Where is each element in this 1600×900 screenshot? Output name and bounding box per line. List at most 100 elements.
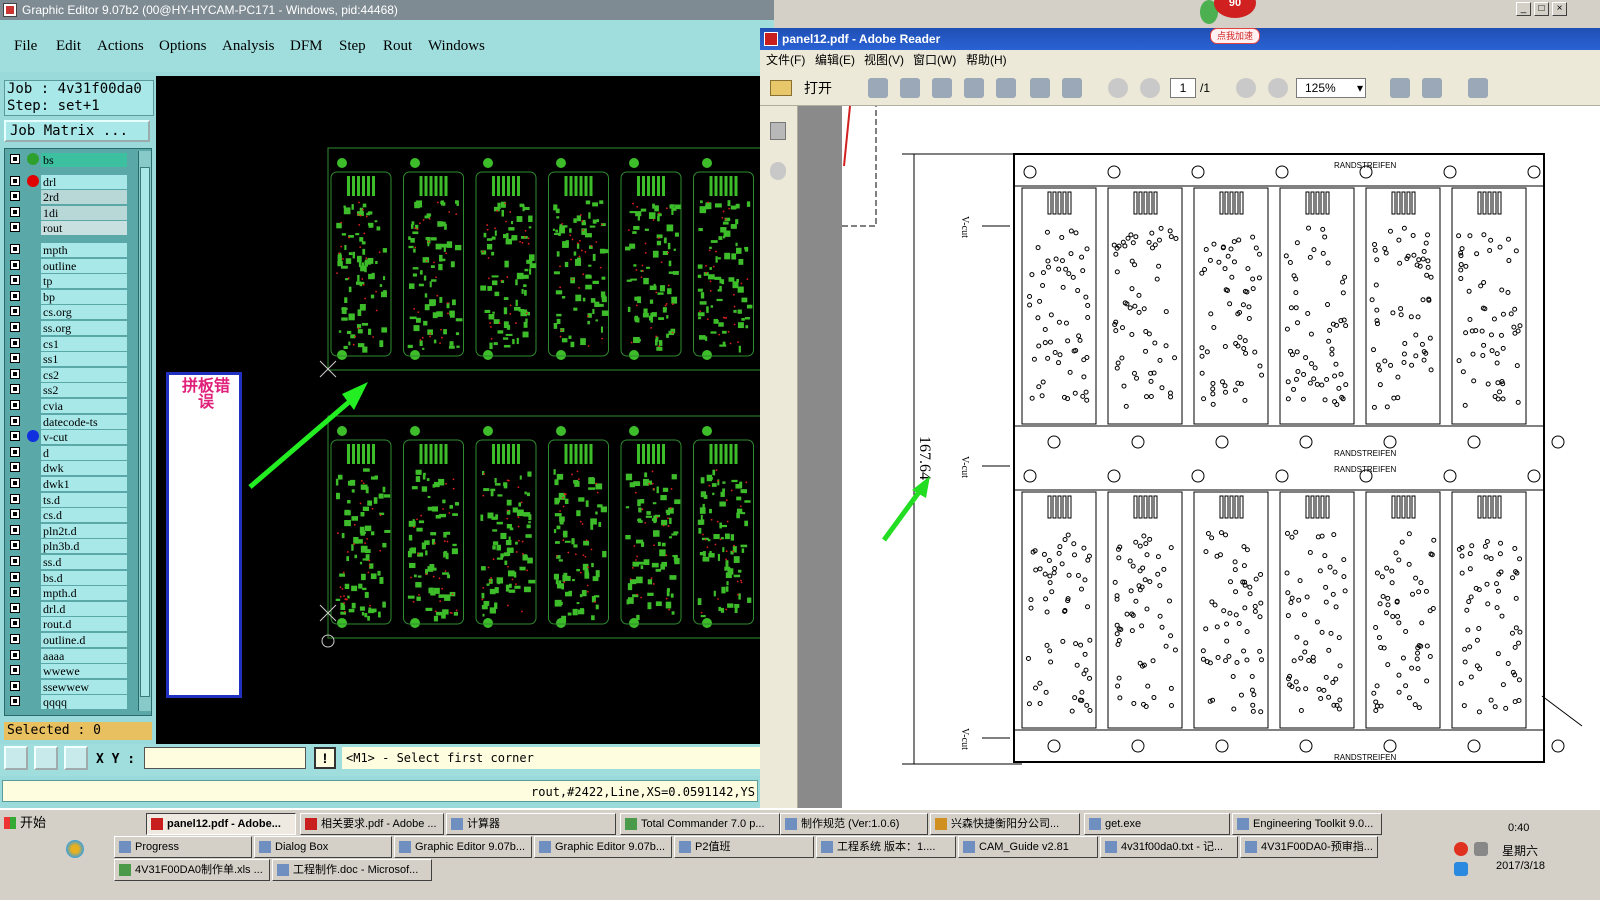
open-button[interactable]: 打开: [770, 76, 844, 100]
taskbar-button[interactable]: Dialog Box: [254, 836, 392, 858]
taskbar-button[interactable]: 4v31f00da0.txt - 记...: [1100, 836, 1238, 858]
attachment-icon[interactable]: [770, 162, 786, 180]
layer-checkbox[interactable]: [10, 634, 20, 644]
layer-row[interactable]: cs.org: [7, 305, 129, 320]
layer-checkbox[interactable]: [10, 384, 20, 395]
taskbar-button[interactable]: P2值班: [674, 836, 814, 858]
layer-checkbox[interactable]: [10, 290, 20, 301]
menu-step[interactable]: Step: [339, 38, 366, 55]
layer-row[interactable]: rout.d: [7, 617, 129, 632]
layer-row[interactable]: 1di: [7, 205, 129, 220]
layer-checkbox[interactable]: [10, 244, 20, 254]
menu-file[interactable]: File: [14, 38, 37, 55]
layer-row[interactable]: ssewwew: [7, 679, 129, 694]
menu-windows[interactable]: Windows: [428, 38, 485, 55]
document-view[interactable]: 167.64 RANDSTREIFEN RANDSTREIFEN RANDSTREIF…: [798, 106, 1600, 808]
layer-row[interactable]: bs.d: [7, 570, 129, 585]
layer-row[interactable]: tp: [7, 274, 129, 289]
layer-row[interactable]: dwk1: [7, 477, 129, 491]
taskbar-button[interactable]: 工程系统 版本：1....: [816, 836, 956, 858]
layer-checkbox[interactable]: [10, 446, 20, 457]
page-number-input[interactable]: 1: [1170, 78, 1196, 98]
taskbar-button[interactable]: CAM_Guide v2.81: [958, 836, 1098, 858]
create-pdf-icon[interactable]: [868, 78, 888, 98]
layer-checkbox[interactable]: [10, 478, 20, 488]
layer-row[interactable]: datecode-ts: [7, 414, 129, 429]
layer-row[interactable]: rout: [7, 221, 129, 236]
taskbar-button[interactable]: Total Commander 7.0 p...: [620, 813, 780, 835]
save-icon[interactable]: [996, 78, 1016, 98]
layer-row[interactable]: aaaa: [7, 648, 129, 663]
reader-menu-help[interactable]: 帮助(H): [966, 50, 1007, 70]
layer-checkbox[interactable]: [10, 509, 20, 520]
layer-row[interactable]: mpth.d: [7, 586, 129, 601]
info-button[interactable]: !: [314, 747, 336, 769]
layer-row[interactable]: drl: [7, 174, 129, 189]
layer-checkbox[interactable]: [10, 175, 20, 186]
menu-options[interactable]: Options: [159, 38, 207, 55]
layer-row[interactable]: ss.d: [7, 555, 129, 569]
layer-row[interactable]: cs1: [7, 336, 129, 351]
fit-width-icon[interactable]: [1422, 78, 1442, 98]
taskbar-button[interactable]: 4V31F00DA0制作单.xls ...: [114, 859, 270, 881]
layer-checkbox[interactable]: [10, 524, 20, 535]
layer-row[interactable]: pln3b.d: [7, 539, 129, 554]
taskbar-button[interactable]: 4V31F00DA0-预审指...: [1240, 836, 1378, 858]
graphics-canvas[interactable]: [156, 76, 760, 744]
reader-menu-window[interactable]: 窗口(W): [913, 50, 956, 70]
menu-actions[interactable]: Actions: [97, 38, 144, 55]
layer-checkbox[interactable]: [10, 665, 20, 676]
layer-row[interactable]: ss1: [7, 352, 129, 367]
close-button[interactable]: ×: [1552, 2, 1567, 16]
taskbar-button[interactable]: 工程制作.doc - Microsof...: [272, 859, 432, 881]
zoom-out-icon[interactable]: [1236, 78, 1256, 98]
layer-row[interactable]: dwk: [7, 461, 129, 476]
layer-row[interactable]: cs2: [7, 367, 129, 382]
layer-checkbox[interactable]: [10, 400, 20, 410]
pages-icon[interactable]: [770, 122, 786, 140]
layer-row[interactable]: outline: [7, 258, 129, 273]
layer-checkbox[interactable]: [10, 415, 20, 426]
minimize-button[interactable]: _: [1516, 2, 1531, 16]
menu-edit[interactable]: Edit: [56, 38, 81, 55]
layer-checkbox[interactable]: [10, 322, 20, 332]
measure-icon[interactable]: [34, 746, 58, 770]
email-icon[interactable]: [1062, 78, 1082, 98]
layer-checkbox[interactable]: [10, 602, 20, 613]
layer-row[interactable]: v-cut: [7, 430, 129, 445]
layer-checkbox[interactable]: [10, 337, 20, 348]
taskbar-button[interactable]: Graphic Editor 9.07b...: [534, 836, 672, 858]
network-icon[interactable]: [1454, 862, 1468, 876]
layer-checkbox[interactable]: [10, 649, 20, 660]
layer-row[interactable]: drl.d: [7, 601, 129, 616]
layer-checkbox[interactable]: [10, 259, 20, 270]
layer-checkbox[interactable]: [10, 368, 20, 379]
layer-checkbox[interactable]: [10, 353, 20, 364]
menu-dfm[interactable]: DFM: [290, 38, 323, 55]
quick-launch-icon[interactable]: [66, 840, 84, 858]
volume-icon[interactable]: [1474, 842, 1488, 856]
layer-scrollbar[interactable]: [138, 151, 151, 711]
edit-icon[interactable]: [932, 78, 952, 98]
reader-menu-view[interactable]: 视图(V): [864, 50, 904, 70]
layer-row[interactable]: bs: [7, 153, 129, 167]
grid-icon[interactable]: [64, 746, 88, 770]
taskbar-button[interactable]: panel12.pdf - Adobe...: [146, 813, 296, 835]
taskbar-button[interactable]: 制作规范 (Ver:1.0.6): [780, 813, 928, 835]
full-screen-icon[interactable]: [1468, 78, 1488, 98]
xy-input[interactable]: [144, 747, 306, 769]
layer-row[interactable]: outline.d: [7, 633, 129, 647]
layer-row[interactable]: pln2t.d: [7, 523, 129, 538]
fit-page-icon[interactable]: [1390, 78, 1410, 98]
layer-row[interactable]: mpth: [7, 243, 129, 257]
layer-checkbox[interactable]: [10, 154, 20, 164]
zoom-in-icon[interactable]: [1268, 78, 1288, 98]
upload-icon[interactable]: [964, 78, 984, 98]
taskbar-button[interactable]: 相关要求.pdf - Adobe ...: [300, 813, 444, 835]
layer-checkbox[interactable]: [10, 431, 20, 442]
layer-row[interactable]: ts.d: [7, 492, 129, 507]
maximize-button[interactable]: □: [1534, 2, 1549, 16]
layer-row[interactable]: bp: [7, 289, 129, 304]
layer-row[interactable]: cs.d: [7, 508, 129, 523]
taskbar-button[interactable]: get.exe: [1084, 813, 1230, 835]
